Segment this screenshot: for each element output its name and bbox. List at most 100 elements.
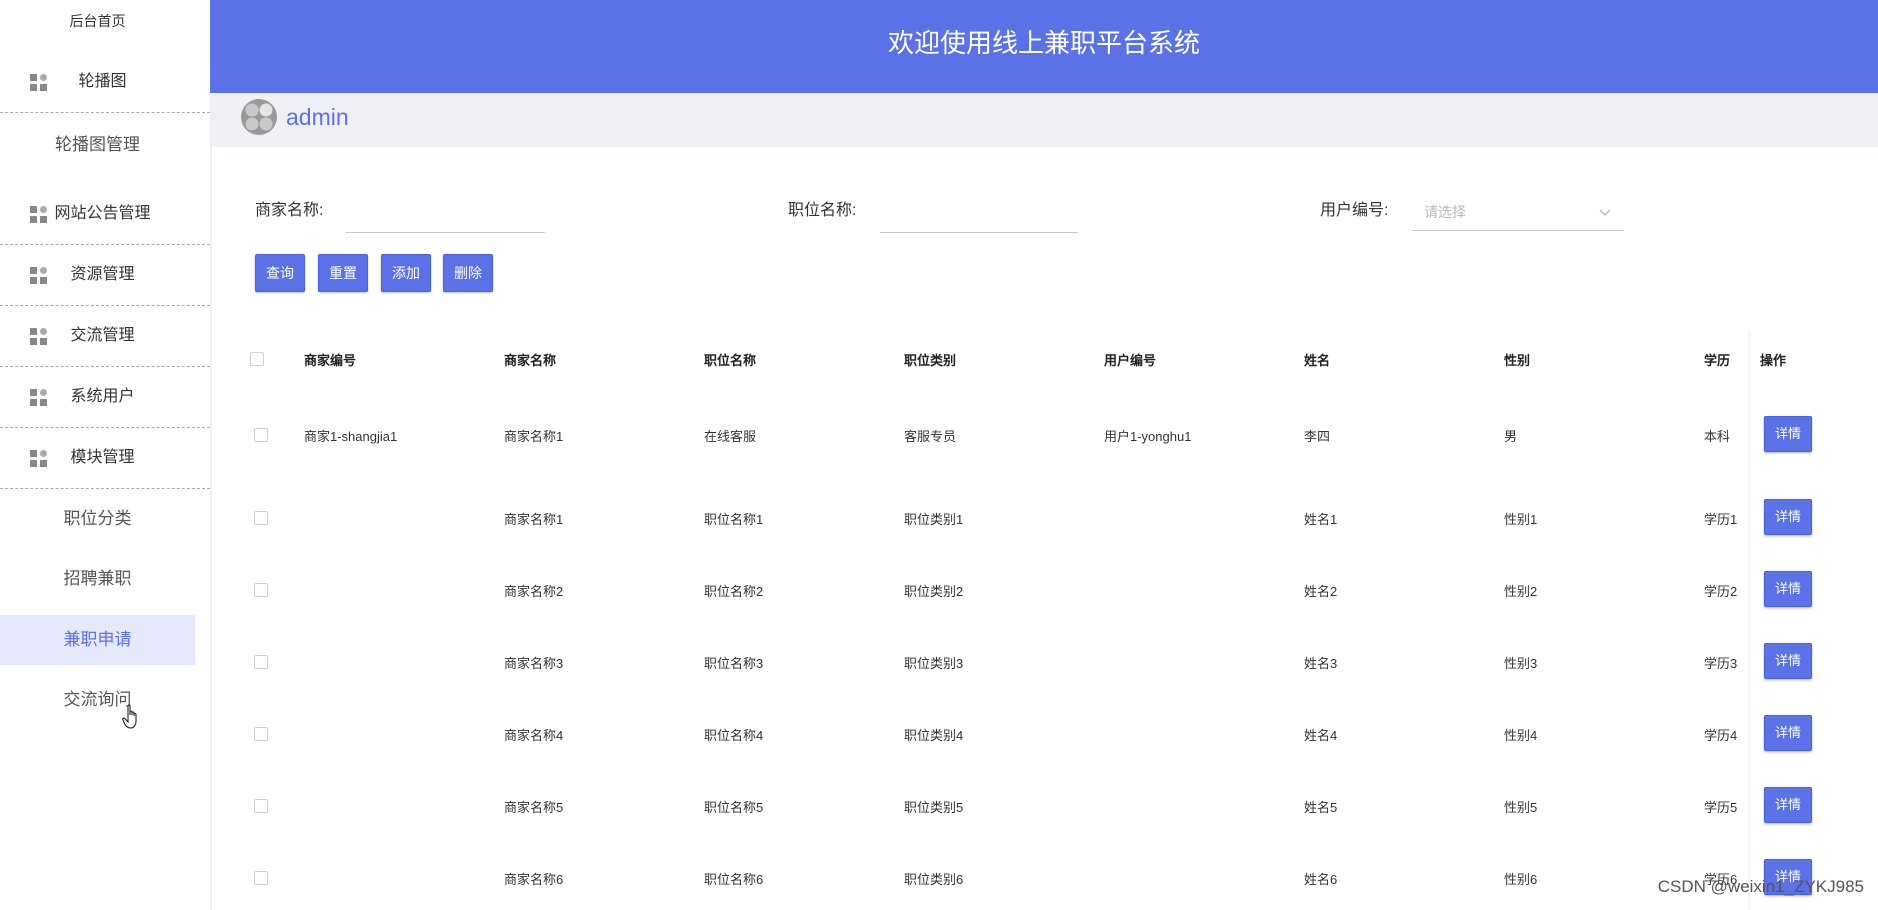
row-checkbox[interactable] [254,727,268,741]
sidebar-group-label: 资源管理 [70,266,135,283]
position-name-input[interactable] [880,194,1078,233]
row-checkbox[interactable] [254,655,268,669]
detail-button[interactable]: 详情 [1764,787,1812,823]
col-position-name[interactable]: 职位名称 [704,350,756,369]
sidebar-group-module[interactable]: 模块管理 [0,428,210,489]
sidebar-group-label: 系统用户 [70,388,135,405]
add-button[interactable]: 添加 [381,254,431,292]
top-header: 欢迎使用线上兼职平台系统 [210,0,1878,93]
col-user-id[interactable]: 用户编号 [1104,350,1156,369]
user-id-label: 用户编号: [1320,202,1389,219]
row-checkbox[interactable] [254,511,268,525]
cell-name: 姓名1 [1304,512,1338,527]
cell-position-category: 职位类别1 [904,512,964,527]
username[interactable]: admin [286,93,349,141]
sidebar-group-label: 模块管理 [70,449,135,466]
row-checkbox[interactable] [254,871,268,885]
cell-name: 李四 [1304,429,1331,444]
col-actions: 操作 [1760,353,1787,368]
cell-merchant-name: 商家名称1 [504,512,564,527]
cell-education: 本科 [1704,429,1731,444]
user-bar: admin [210,93,1878,147]
cell-gender: 男 [1504,429,1518,444]
cell-position-name: 职位名称5 [704,800,764,815]
sidebar-group-label: 交流管理 [70,327,135,344]
sidebar-group-carousel[interactable]: 轮播图 [0,52,210,113]
chevron-down-icon [1599,209,1611,216]
col-education[interactable]: 学历 [1704,350,1730,369]
merchant-name-label: 商家名称: [255,202,324,219]
cell-position-name: 职位名称3 [704,656,764,671]
select-all-checkbox[interactable] [250,352,264,366]
sidebar-group-system-user[interactable]: 系统用户 [0,367,210,428]
sidebar-group-label: 网站公告管理 [54,205,151,222]
cell-position-name: 职位名称4 [704,728,764,743]
row-checkbox[interactable] [254,583,268,597]
cell-name: 姓名4 [1304,728,1338,743]
col-name[interactable]: 姓名 [1304,350,1330,369]
cell-position-category: 客服专员 [904,429,957,444]
cell-education: 学历3 [1704,656,1738,671]
sidebar-home-link[interactable]: 后台首页 [0,0,195,42]
cell-merchant-name: 商家名称3 [504,656,564,671]
row-checkbox[interactable] [254,799,268,813]
cell-position-category: 职位类别5 [904,800,964,815]
cell-gender: 性别6 [1504,872,1538,887]
sidebar-group-exchange[interactable]: 交流管理 [0,306,210,367]
reset-button[interactable]: 重置 [318,254,368,292]
cell-user-id: 用户1-yonghu1 [1104,429,1192,444]
user-id-placeholder: 请选择 [1424,204,1466,220]
cell-position-category: 职位类别6 [904,872,964,887]
cell-education: 学历4 [1704,728,1738,743]
user-id-select[interactable]: 请选择 [1412,194,1624,231]
cell-position-name: 职位名称1 [704,512,764,527]
row-checkbox[interactable] [254,428,268,442]
cell-education: 学历5 [1704,800,1738,815]
cell-gender: 性别4 [1504,728,1538,743]
detail-button[interactable]: 详情 [1764,643,1812,679]
cell-merchant-name: 商家名称4 [504,728,564,743]
detail-button[interactable]: 详情 [1764,416,1812,452]
avatar[interactable] [240,98,278,136]
position-name-label: 职位名称: [788,202,857,219]
col-position-category[interactable]: 职位类别 [904,350,956,369]
cell-name: 姓名5 [1304,800,1338,815]
merchant-name-input[interactable] [345,194,545,233]
detail-button[interactable]: 详情 [1764,499,1812,535]
cell-gender: 性别2 [1504,584,1538,599]
query-button[interactable]: 查询 [255,254,305,292]
detail-button[interactable]: 详情 [1764,571,1812,607]
cell-merchant-name: 商家名称6 [504,872,564,887]
detail-button[interactable]: 详情 [1764,715,1812,751]
sidebar-item-apply[interactable]: 兼职申请 [0,615,195,665]
cell-position-category: 职位类别4 [904,728,964,743]
sidebar-item-recruit[interactable]: 招聘兼职 [0,554,195,604]
cell-merchant-name: 商家名称5 [504,800,564,815]
cell-position-name: 在线客服 [704,429,757,444]
col-merchant-id[interactable]: 商家编号 [304,350,356,369]
col-merchant-name[interactable]: 商家名称 [504,350,556,369]
cell-education: 学历2 [1704,584,1738,599]
fixed-column-shadow [1748,330,1752,910]
sidebar-group-notice[interactable]: 网站公告管理 [0,184,210,245]
cell-gender: 性别1 [1504,512,1538,527]
cell-gender: 性别3 [1504,656,1538,671]
sidebar-item-inquiry[interactable]: 交流询问 [0,675,195,725]
cell-position-category: 职位类别3 [904,656,964,671]
cell-gender: 性别5 [1504,800,1538,815]
cell-merchant-id: 商家1-shangjia1 [304,429,398,444]
sidebar-group-label: 轮播图 [78,73,127,90]
watermark: CSDN @weixin1_ZYKJ985 [1657,877,1864,896]
cell-education: 学历1 [1704,512,1738,527]
sidebar-group-resource[interactable]: 资源管理 [0,245,210,306]
cell-name: 姓名6 [1304,872,1338,887]
sidebar-item-position-category[interactable]: 职位分类 [0,494,195,544]
cell-merchant-name: 商家名称1 [504,429,564,444]
cell-position-name: 职位名称6 [704,872,764,887]
cell-name: 姓名2 [1304,584,1338,599]
col-gender[interactable]: 性别 [1504,350,1530,369]
page-title: 欢迎使用线上兼职平台系统 [887,28,1200,58]
delete-button[interactable]: 删除 [443,254,493,292]
cell-merchant-name: 商家名称2 [504,584,564,599]
sidebar-item-carousel-manage[interactable]: 轮播图管理 [0,120,195,170]
